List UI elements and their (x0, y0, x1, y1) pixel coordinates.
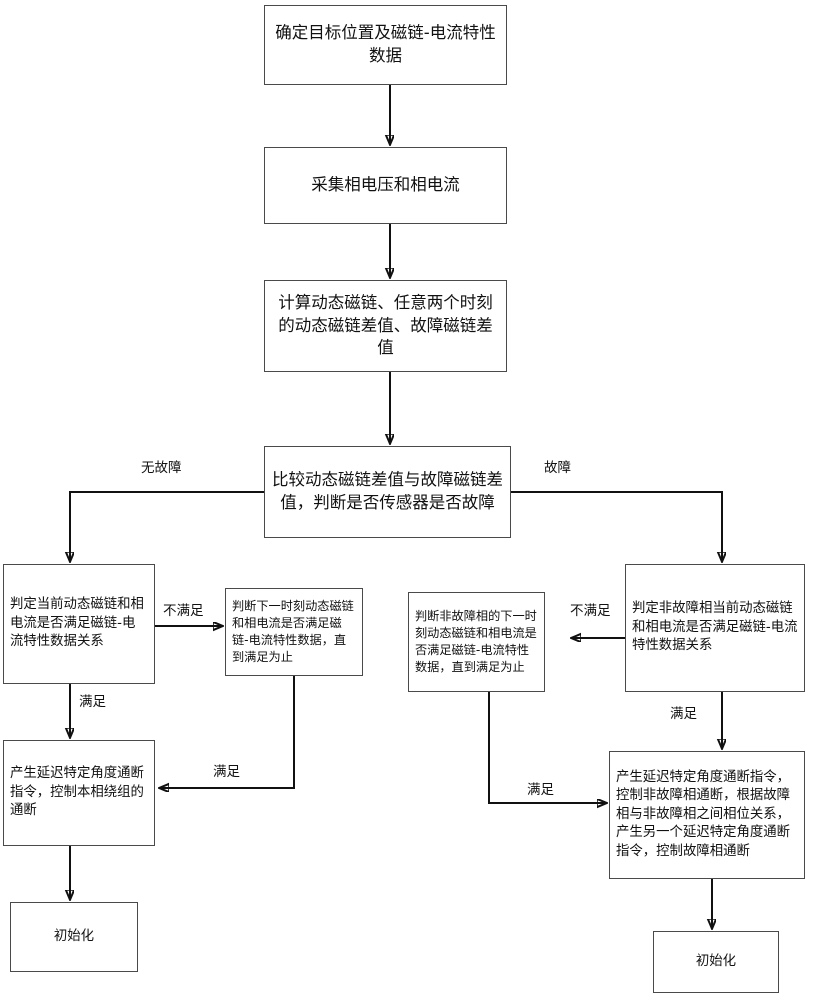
edge-label-fault: 故障 (544, 460, 571, 476)
node-right-output-label: 产生延迟特定角度通断指令，控制非故障相通断，根据故障相与非故障相之间相位关系，产… (616, 769, 791, 859)
edge-label-left-satisfied-down: 满足 (79, 694, 106, 710)
node-left-judge-next[interactable]: 判断下一时刻动态磁链和相电流是否满足磁链-电流特性数据，直到满足为止 (225, 588, 363, 676)
node-determine-target-label: 确定目标位置及磁链-电流特性数据 (275, 23, 496, 65)
node-sample-voltage-current-label: 采集相电压和相电流 (311, 175, 460, 195)
node-left-judge-current-label: 判定当前动态磁链和相电流是否满足磁链-电流特性数据关系 (10, 597, 144, 650)
flowchart-canvas: 确定目标位置及磁链-电流特性数据 采集相电压和相电流 计算动态磁链、任意两个时刻… (0, 0, 818, 1000)
edge-label-right-satisfied-back: 满足 (527, 782, 554, 798)
node-right-output[interactable]: 产生延迟特定角度通断指令，控制非故障相通断，根据故障相与非故障相之间相位关系，产… (609, 751, 805, 879)
node-right-init-label: 初始化 (695, 953, 737, 969)
edge-label-left-not-satisfied: 不满足 (163, 603, 204, 619)
node-left-output[interactable]: 产生延迟特定角度通断指令，控制本相绕组的通断 (3, 740, 155, 846)
wire-compare-to-right-judge (511, 491, 722, 561)
node-determine-target[interactable]: 确定目标位置及磁链-电流特性数据 (264, 5, 507, 85)
edge-label-right-satisfied-down: 满足 (670, 706, 697, 722)
node-left-judge-next-label: 判断下一时刻动态磁链和相电流是否满足磁链-电流特性数据，直到满足为止 (232, 599, 354, 664)
node-compare-judge-label: 比较动态磁链差值与故障磁链差值，判断是否传感器是否故障 (272, 470, 503, 512)
node-right-judge-current[interactable]: 判定非故障相当前动态磁链和相电流是否满足磁链-电流特性数据关系 (625, 564, 805, 692)
edge-label-left-satisfied-back: 满足 (213, 764, 240, 780)
node-left-init[interactable]: 初始化 (10, 902, 138, 972)
node-left-output-label: 产生延迟特定角度通断指令，控制本相绕组的通断 (10, 766, 144, 819)
node-left-judge-current[interactable]: 判定当前动态磁链和相电流是否满足磁链-电流特性数据关系 (3, 564, 155, 684)
wire-compare-to-left-judge (70, 491, 266, 561)
node-right-judge-next-label: 判断非故障相的下一时刻动态磁链和相电流是否满足磁链-电流特性数据，直到满足为止 (415, 609, 537, 674)
node-compute-flux[interactable]: 计算动态磁链、任意两个时刻的动态磁链差值、故障磁链差值 (264, 280, 507, 372)
node-compare-judge[interactable]: 比较动态磁链差值与故障磁链差值，判断是否传感器是否故障 (264, 446, 511, 538)
edge-label-right-not-satisfied: 不满足 (570, 603, 611, 619)
node-right-judge-next[interactable]: 判断非故障相的下一时刻动态磁链和相电流是否满足磁链-电流特性数据，直到满足为止 (408, 592, 545, 692)
edge-label-no-fault: 无故障 (141, 460, 182, 476)
node-right-init[interactable]: 初始化 (653, 931, 779, 993)
node-compute-flux-label: 计算动态磁链、任意两个时刻的动态磁链差值、故障磁链差值 (278, 292, 493, 358)
node-right-judge-current-label: 判定非故障相当前动态磁链和相电流是否满足磁链-电流特性数据关系 (632, 601, 798, 654)
node-sample-voltage-current[interactable]: 采集相电压和相电流 (264, 147, 507, 224)
node-left-init-label: 初始化 (53, 928, 95, 944)
